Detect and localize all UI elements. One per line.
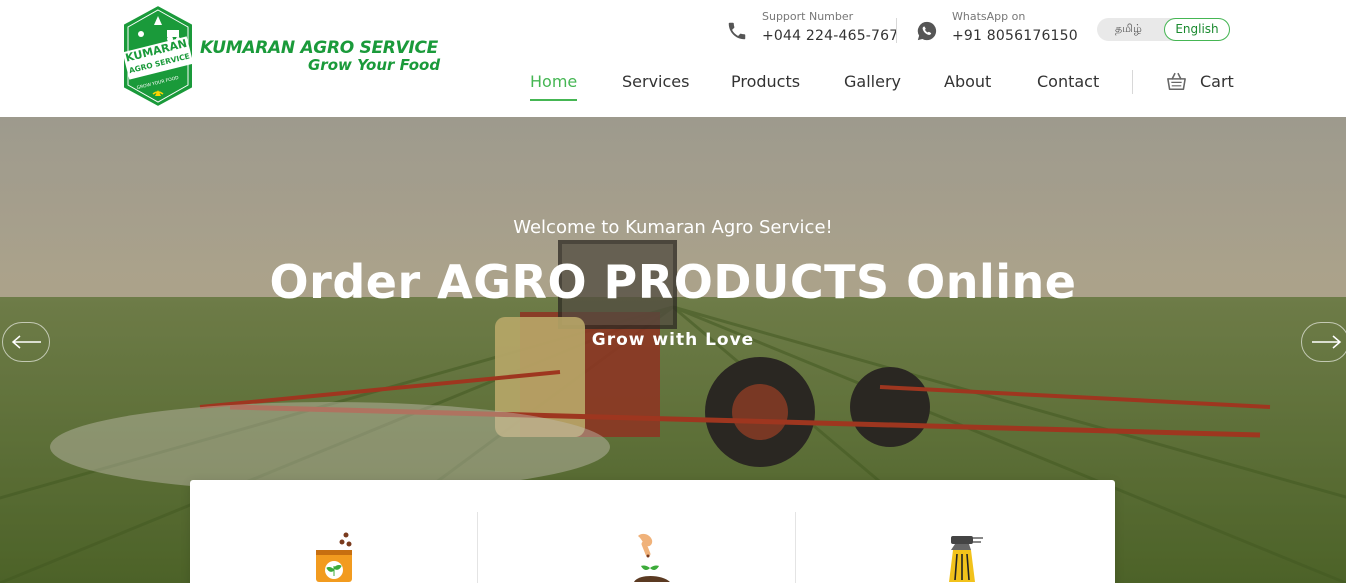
brand-name: KUMARAN AGRO SERVICE [200,38,438,58]
phone-icon [728,22,746,40]
support-label: Support Number [762,10,854,23]
basket-icon[interactable] [1166,72,1187,91]
nav-contact[interactable]: Contact [1037,72,1099,91]
nav-home[interactable]: Home [530,72,578,101]
nav-gallery[interactable]: Gallery [844,72,901,91]
nav-products[interactable]: Products [731,72,800,91]
hero-banner: Welcome to Kumaran Agro Service! Order A… [0,117,1346,583]
hero-subtitle: Grow with Love [591,330,755,350]
support-contact[interactable]: Support Number +044 224-465-767 [726,8,898,44]
site-header: KUMARAN AGRO SERVICE GROW YOUR FOOD KUMA… [0,0,1346,117]
feature-divider [477,512,478,583]
whatsapp-label: WhatsApp on [952,10,1026,23]
whatsapp-number[interactable]: +91 8056176150 [952,28,1078,44]
nav-cart[interactable]: Cart [1200,72,1234,91]
seed-planting-icon[interactable] [630,530,680,582]
contact-divider [896,18,897,43]
brand-tagline: Grow Your Food [308,56,441,74]
nav-divider [1132,70,1133,94]
slider-next-button[interactable] [1301,322,1346,362]
sprayer-bottle-icon[interactable] [945,530,989,582]
nav-about[interactable]: About [944,72,991,91]
logo-badge[interactable]: KUMARAN AGRO SERVICE GROW YOUR FOOD [119,4,197,108]
hero-title: Order AGRO PRODUCTS Online [269,255,1077,309]
support-number[interactable]: +044 224-465-767 [762,28,898,44]
language-option-english[interactable]: English [1164,18,1230,41]
arrow-right-icon [1312,335,1342,349]
language-switcher[interactable]: தமிழ் English [1097,18,1230,41]
hero-welcome-text: Welcome to Kumaran Agro Service! [513,217,833,238]
nav-services[interactable]: Services [622,72,689,91]
whatsapp-icon [917,21,937,41]
brand-wordmark[interactable]: KUMARAN AGRO SERVICE Grow Your Food [200,38,440,74]
feature-divider [795,512,796,583]
slider-prev-button[interactable] [2,322,50,362]
language-option-tamil[interactable]: தமிழ் [1115,22,1142,37]
arrow-left-icon [11,335,41,349]
feature-cards [190,480,1115,583]
fertilizer-bag-icon[interactable] [313,530,355,582]
whatsapp-contact[interactable]: WhatsApp on +91 8056176150 [916,8,1078,44]
